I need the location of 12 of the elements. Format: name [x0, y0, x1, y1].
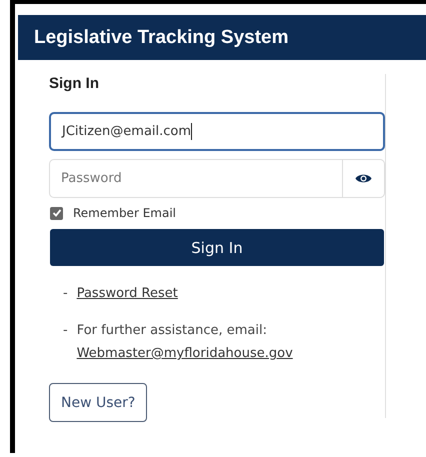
app-title: Legislative Tracking System: [34, 26, 289, 48]
new-user-button[interactable]: New User?: [49, 383, 148, 422]
help-text: For further assistance, email:: [76, 322, 268, 340]
remember-label: Remember Email: [73, 206, 176, 220]
sign-in-button[interactable]: Sign In: [50, 229, 384, 266]
remember-checkbox[interactable]: [50, 206, 63, 220]
bullet-dash: -: [63, 285, 68, 303]
password-reset-link[interactable]: Password Reset: [76, 282, 178, 305]
email-field[interactable]: JCitizen@email.com: [49, 112, 385, 151]
email-link[interactable]: Webmaster@myfloridahouse.gov: [76, 342, 293, 365]
form-title: Sign In: [49, 75, 100, 92]
bullet-dash: -: [63, 322, 68, 340]
